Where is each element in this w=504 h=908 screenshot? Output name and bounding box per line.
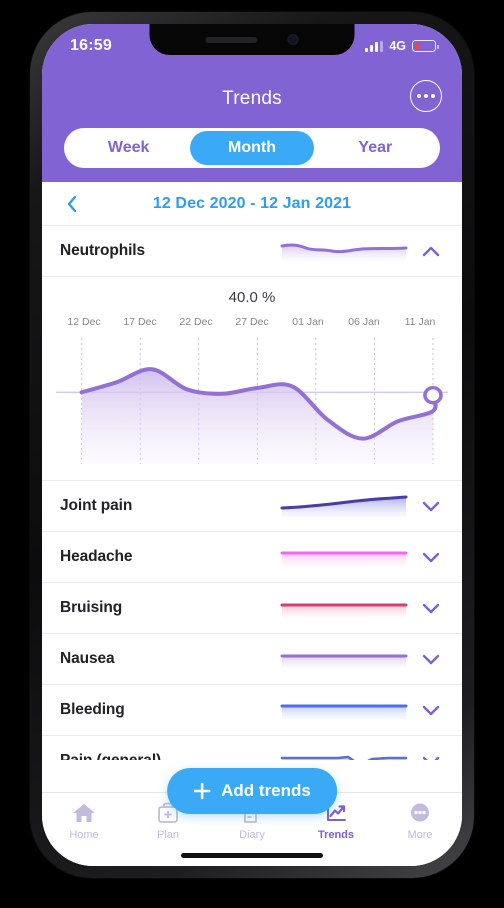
- chart-value-label: 40.0 %: [228, 289, 276, 306]
- trend-label: Pain (general): [60, 752, 235, 760]
- tab-item-more[interactable]: More: [378, 801, 462, 841]
- trend-sparkline-joint-pain: [235, 489, 416, 523]
- trend-sparkline-bruising: [235, 591, 416, 625]
- trend-row-nausea[interactable]: Nausea: [42, 634, 462, 685]
- segment-year[interactable]: Year: [314, 131, 437, 165]
- x-tick-2: 22 Dec: [179, 316, 213, 328]
- trend-label: Bruising: [60, 599, 123, 616]
- network-type-label: 4G: [389, 39, 406, 53]
- page-title: Trends: [222, 88, 282, 109]
- phone-screen: 16:59 4G Trends Week Month Year 12 Dec 2…: [42, 24, 462, 866]
- chevron-down-icon[interactable]: [416, 653, 446, 666]
- x-tick-5: 06 Jan: [348, 316, 380, 328]
- trend-row-headache[interactable]: Headache: [42, 532, 462, 583]
- trend-row-pain-general[interactable]: Pain (general): [42, 736, 462, 760]
- chevron-down-icon[interactable]: [416, 755, 446, 760]
- trend-label: Bleeding: [60, 701, 125, 718]
- chart-plot-area: [42, 332, 462, 472]
- chevron-left-icon[interactable]: [60, 192, 84, 216]
- phone-frame: 16:59 4G Trends Week Month Year 12 Dec 2…: [30, 12, 474, 878]
- date-range-label[interactable]: 12 Dec 2020 - 12 Jan 2021: [42, 195, 462, 213]
- x-tick-1: 17 Dec: [123, 316, 157, 328]
- chart-x-axis: 12 Dec 17 Dec 22 Dec 27 Dec 01 Jan 06 Ja…: [42, 316, 462, 328]
- trend-label: Joint pain: [60, 497, 133, 514]
- trend-row-bruising[interactable]: Bruising: [42, 583, 462, 634]
- speaker-grille-icon: [205, 36, 258, 43]
- tab-label: Plan: [156, 829, 180, 841]
- chart-end-marker[interactable]: [423, 386, 443, 405]
- trend-sparkline-pain-general: [235, 744, 416, 760]
- trend-row-bleeding[interactable]: Bleeding: [42, 685, 462, 736]
- chevron-down-icon[interactable]: [416, 704, 446, 717]
- notch: [149, 24, 355, 55]
- chevron-down-icon[interactable]: [416, 551, 446, 564]
- trend-row-neutrophils[interactable]: Neutrophils: [42, 226, 462, 277]
- add-trends-label: Add trends: [221, 781, 311, 800]
- trend-row-joint-pain[interactable]: Joint pain: [42, 481, 462, 532]
- x-tick-6: 11 Jan: [404, 316, 436, 328]
- trend-label: Nausea: [60, 650, 115, 667]
- more-dots-icon: [411, 803, 429, 822]
- trend-sparkline-bleeding: [235, 693, 416, 727]
- expanded-chart-panel: 40.0 % 12 Dec 17 Dec 22 Dec 27 Dec 01 Ja…: [42, 277, 462, 481]
- status-time: 16:59: [70, 37, 112, 54]
- app-header: Trends: [42, 68, 462, 124]
- trend-list[interactable]: Neutrophils 40.0 % 12 Dec 17 Dec 22 Dec …: [42, 226, 462, 760]
- chevron-down-icon[interactable]: [416, 602, 446, 615]
- status-indicators: 4G: [365, 39, 439, 53]
- trend-sparkline-neutrophils: [235, 234, 416, 268]
- segment-month[interactable]: Month: [190, 131, 314, 165]
- tab-label: Diary: [239, 829, 265, 841]
- trend-sparkline-nausea: [235, 642, 416, 676]
- front-camera-icon: [287, 34, 299, 45]
- tab-label: Home: [69, 829, 99, 841]
- x-tick-3: 27 Dec: [235, 316, 269, 328]
- battery-fill: [414, 42, 420, 50]
- period-selector: Week Month Year: [42, 124, 462, 182]
- tab-label: Trends: [317, 829, 355, 841]
- trend-label: Neutrophils: [60, 242, 146, 259]
- chart-area-fill: [81, 369, 436, 464]
- x-tick-0: 12 Dec: [67, 316, 101, 328]
- more-dots-circle-icon[interactable]: [410, 80, 442, 112]
- trend-label: Headache: [60, 548, 133, 565]
- tab-label: More: [407, 829, 433, 841]
- neutrophils-area-chart: [56, 338, 448, 464]
- segmented-control: Week Month Year: [64, 128, 440, 168]
- chevron-up-icon[interactable]: [416, 245, 446, 258]
- chevron-down-icon[interactable]: [416, 500, 446, 513]
- signal-bars-icon: [365, 40, 384, 52]
- add-trends-button[interactable]: Add trends: [167, 768, 337, 814]
- date-navigation: 12 Dec 2020 - 12 Jan 2021: [42, 182, 462, 226]
- home-indicator: [181, 853, 323, 858]
- battery-low-icon: [412, 40, 439, 52]
- plus-icon: [193, 782, 211, 800]
- x-tick-4: 01 Jan: [292, 316, 324, 328]
- tab-item-home[interactable]: Home: [42, 801, 126, 841]
- trend-sparkline-headache: [235, 540, 416, 574]
- segment-week[interactable]: Week: [67, 131, 190, 165]
- home-icon: [73, 804, 95, 822]
